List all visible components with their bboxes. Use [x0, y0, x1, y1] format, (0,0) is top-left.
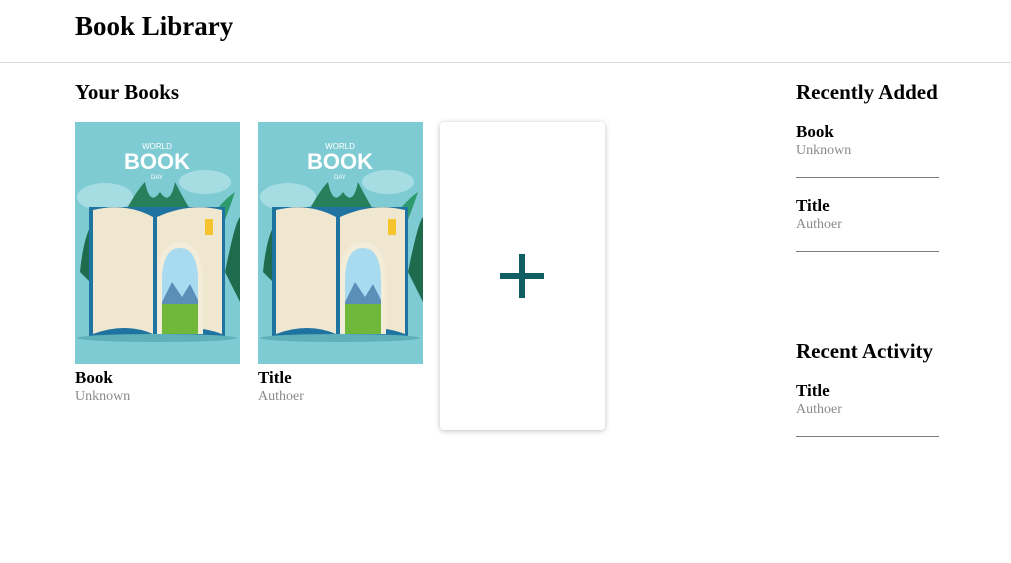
app-header: Book Library — [0, 0, 1011, 63]
book-cover-image: WORLD BOOK DAY — [75, 122, 240, 364]
page-title: Book Library — [75, 11, 234, 41]
book-card[interactable]: WORLD BOOK DAY Book Unknown — [75, 122, 240, 406]
svg-text:BOOK: BOOK — [307, 149, 373, 174]
book-cover-image: WORLD BOOK DAY — [258, 122, 423, 364]
item-author: Unknown — [796, 143, 852, 158]
book-card[interactable]: WORLD BOOK DAY Title Authoer — [258, 122, 423, 406]
recently-added-item[interactable]: Book Unknown — [796, 122, 939, 178]
item-author: Authoer — [796, 217, 842, 232]
recently-added-heading: Recently Added — [796, 80, 938, 104]
svg-text:DAY: DAY — [151, 175, 163, 181]
item-title: Title — [796, 196, 830, 215]
your-books-heading: Your Books — [75, 80, 180, 104]
recent-activity-heading: Recent Activity — [796, 339, 934, 363]
plus-icon — [500, 254, 544, 298]
book-author: Unknown — [75, 389, 131, 404]
add-book-button[interactable] — [440, 122, 605, 430]
svg-text:DAY: DAY — [334, 175, 346, 181]
book-author: Authoer — [258, 389, 304, 404]
book-title: Book — [75, 368, 113, 387]
item-author: Authoer — [796, 402, 842, 417]
book-title: Title — [258, 368, 292, 387]
item-title: Book — [796, 122, 834, 141]
svg-text:BOOK: BOOK — [124, 149, 190, 174]
item-title: Title — [796, 381, 830, 400]
recently-added-item[interactable]: Title Authoer — [796, 196, 939, 252]
recent-activity-item[interactable]: Title Authoer — [796, 381, 939, 437]
